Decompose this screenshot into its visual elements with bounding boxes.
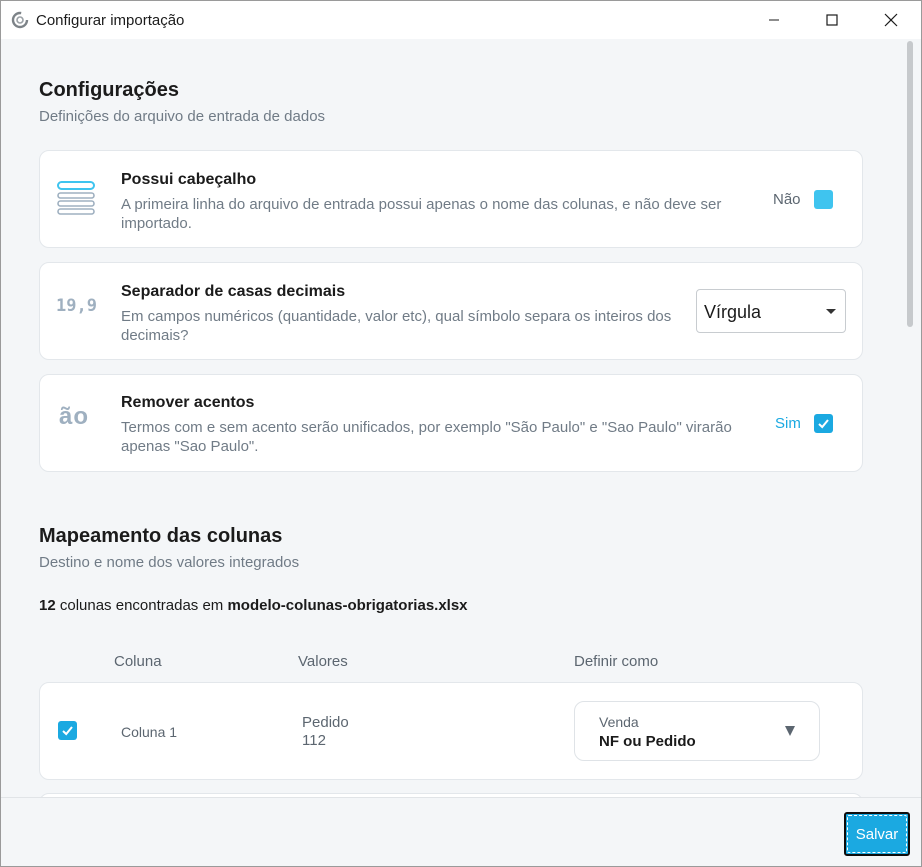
maximize-button[interactable]	[804, 1, 860, 39]
header-toggle-label: Não	[773, 191, 801, 208]
accent-setting-desc: Termos com e sem acento serão unificados…	[121, 419, 732, 455]
header-setting-desc: A primeira linha do arquivo de entrada p…	[121, 196, 722, 232]
values-header: Valores	[298, 653, 348, 670]
decimal-setting-title: Separador de casas decimais	[121, 283, 346, 300]
table-row: Coluna 1 Pedido 112 Venda NF ou Pedido	[39, 682, 863, 780]
save-button-label: Salvar	[855, 825, 899, 843]
table-rows-icon	[57, 181, 95, 215]
accent-checkbox[interactable]	[814, 414, 833, 433]
accent-icon-text: ão	[59, 403, 90, 430]
config-section-title: Configurações	[39, 79, 180, 101]
header-checkbox[interactable]	[814, 190, 833, 209]
minimize-icon	[769, 19, 779, 21]
define-as-select[interactable]: Venda NF ou Pedido	[574, 701, 820, 761]
decimal-number-icon: 19,9	[56, 296, 97, 316]
decimal-separator-select[interactable]: Vírgula	[696, 289, 846, 333]
close-button[interactable]	[863, 1, 919, 39]
content-area: Configurações Definições do arquivo de e…	[1, 39, 903, 797]
define-as-header: Definir como	[574, 653, 659, 670]
columns-found-label: colunas encontradas em	[55, 597, 228, 614]
decimal-separator-value: Vírgula	[704, 302, 762, 322]
checkmark-icon	[818, 419, 829, 429]
row-value: Pedido	[302, 714, 349, 731]
column-header: Coluna	[114, 653, 162, 670]
accent-toggle-label: Sim	[775, 415, 801, 432]
decimal-icon-text: 19,9	[56, 296, 97, 316]
window-title: Configurar importação	[36, 12, 185, 29]
import-config-window: Configurar importação Configurações Defi…	[0, 0, 922, 867]
columns-count: 12	[39, 597, 56, 614]
decimal-setting-card: 19,9 Separador de casas decimais Em camp…	[39, 262, 863, 360]
app-logo-icon	[11, 11, 29, 29]
accent-setting-title: Remover acentos	[121, 394, 255, 411]
minimize-button[interactable]	[746, 1, 802, 39]
chevron-down-icon	[826, 309, 836, 314]
columns-found-text: 12 colunas encontradas em modelo-colunas…	[39, 597, 468, 614]
row-column-name: Coluna 1	[121, 724, 178, 740]
decimal-setting-desc: Em campos numéricos (quantidade, valor e…	[121, 308, 672, 344]
header-setting-card: Possui cabeçalho A primeira linha do arq…	[39, 150, 863, 248]
define-as-category: Venda	[599, 714, 639, 730]
config-section-subtitle: Definições do arquivo de entrada de dado…	[39, 108, 326, 125]
header-setting-title: Possui cabeçalho	[121, 171, 257, 188]
row-values: Pedido 112	[302, 714, 349, 750]
footer-bar: Salvar	[1, 797, 921, 866]
row-checkbox[interactable]	[58, 721, 77, 740]
maximize-icon	[826, 14, 838, 26]
save-button[interactable]: Salvar	[844, 812, 910, 856]
file-name: modelo-colunas-obrigatorias.xlsx	[227, 597, 468, 614]
checkmark-icon	[62, 726, 73, 736]
accent-text-icon: ão	[59, 403, 89, 431]
row-value: 112	[302, 732, 326, 749]
define-as-value: NF ou Pedido	[599, 733, 696, 750]
accent-setting-card: ão Remover acentos Termos com e sem acen…	[39, 374, 863, 472]
scrollbar-thumb[interactable]	[907, 41, 913, 327]
triangle-down-icon	[785, 726, 795, 736]
mapping-section-subtitle: Destino e nome dos valores integrados	[39, 554, 300, 571]
mapping-section-title: Mapeamento das colunas	[39, 525, 283, 547]
title-bar: Configurar importação	[1, 1, 921, 39]
close-icon	[884, 13, 898, 27]
